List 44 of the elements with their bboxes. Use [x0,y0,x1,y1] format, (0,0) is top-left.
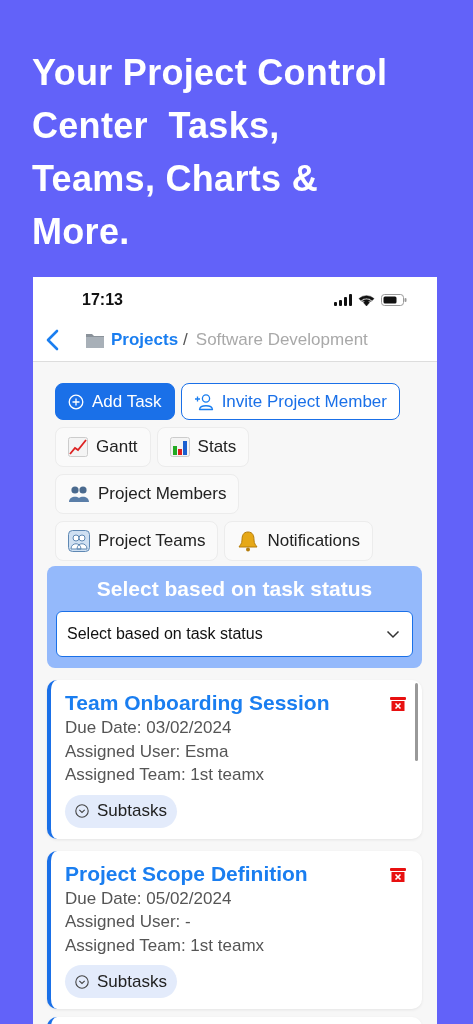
headline: Your Project Control Center Tasks, Teams, Charts & More. [31,51,389,254]
breadcrumb-current: Software Development [195,330,368,350]
plus-circle-icon [68,393,84,410]
task-card[interactable]: Project Scope Definition Due Date: 05/02/2024 Assigned User: - Assigned Team: 1st teamx Subtasks [47,850,422,1009]
delete-icon[interactable] [390,696,406,712]
status-select[interactable]: Select based on task status [56,611,413,657]
add-task-button[interactable]: Add Task [55,383,175,420]
toolbar-button[interactable]: Notifications [224,521,373,561]
bell-icon [237,530,260,552]
chevron-down-icon [386,629,400,639]
due-date: Due Date: 03/02/2024 [65,717,233,739]
scrollbar[interactable] [415,683,418,761]
subtasks-button[interactable]: Subtasks [65,794,177,828]
assigned-user: Assigned User: Esma [65,740,230,763]
chevron-circle-icon [75,804,89,818]
line-chart-icon [68,437,88,457]
add-user-icon [193,392,214,411]
toolbar-button[interactable]: Project Teams [55,521,219,561]
signal-icon [334,294,352,306]
bar-chart-icon [169,437,190,457]
chevron-circle-icon [75,974,89,989]
due-date: Due Date: 05/02/2024 [65,887,233,910]
task-title[interactable]: Project Scope Definition [65,860,410,887]
status-time: 17:13 [82,291,123,309]
back-icon[interactable] [45,329,59,351]
people-icon [68,485,90,503]
breadcrumb-separator: / [183,330,188,350]
invite-button[interactable]: Invite Project Member [180,383,400,420]
delete-icon[interactable] [390,866,406,883]
battery-icon [381,294,407,306]
toolbar-button[interactable]: Gantt [55,427,151,467]
breadcrumb-link[interactable]: Projects [111,330,179,350]
filter-title: Select based on task status [95,577,374,601]
assigned-team: Assigned Team: 1st teamx [65,764,266,786]
task-card[interactable]: Team Onboarding Session Due Date: 03/02/2024 Assigned User: Esma Assigned Team: 1st teamx Subtasks [47,680,422,839]
task-title[interactable]: Team Onboarding Session [65,690,410,716]
assigned-user: Assigned User: - [65,911,192,933]
subtasks-button[interactable]: Subtasks [65,965,177,998]
toolbar-button[interactable]: Project Members [55,474,240,514]
folder-icon [85,331,105,349]
team-icon [68,530,90,552]
wifi-icon [358,294,375,306]
toolbar-button[interactable]: Stats [156,427,250,467]
assigned-team: Assigned Team: 1st teamx [65,934,266,957]
